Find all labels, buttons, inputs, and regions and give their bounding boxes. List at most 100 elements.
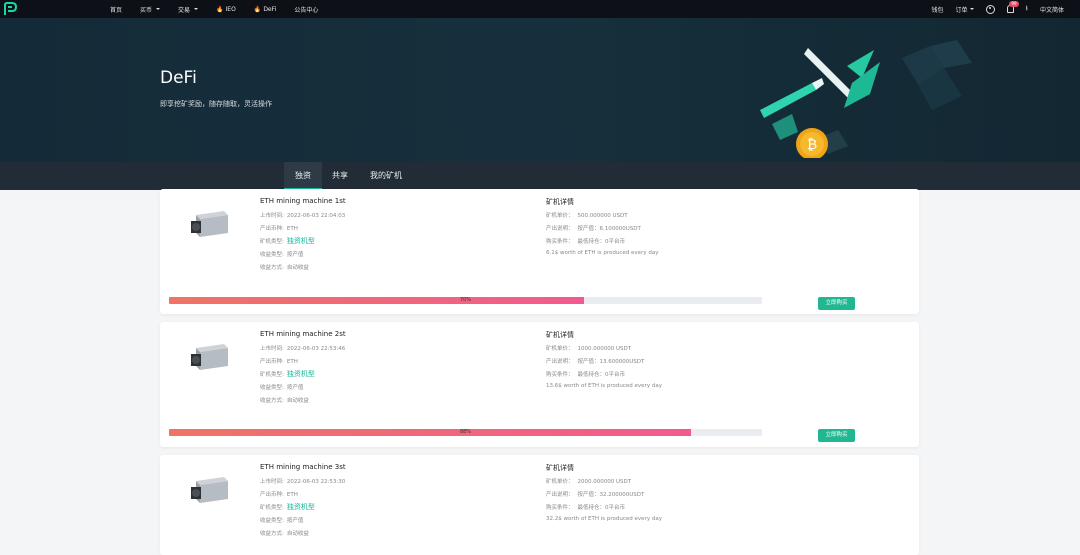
nav-ieo-label: IEO bbox=[225, 5, 236, 13]
output-desc-label: 产出说明： bbox=[546, 226, 574, 232]
machine-card: ETH mining machine 2st 上市时间: 2022-06-03 2… bbox=[160, 322, 919, 447]
detail-title: 矿机详情 bbox=[546, 464, 574, 472]
machine-type-label: 矿机类型: bbox=[260, 372, 284, 378]
output-desc-value: 按产值：6.100000USDT bbox=[577, 226, 641, 232]
machine-card: ETH mining machine 1st 上市时间: 2022-06-03 2… bbox=[160, 189, 919, 314]
listed-time-row: 上市时间: 2022-06-03 22:53:46 bbox=[260, 344, 345, 352]
unit-price-label: 矿机单价： bbox=[546, 346, 574, 352]
hero-banner: DeFi 即享挖矿奖励，随存随取，灵活操作 ₿ bbox=[0, 18, 1080, 162]
detail-title: 矿机详情 bbox=[546, 331, 574, 339]
machine-name: ETH mining machine 1st bbox=[260, 197, 346, 205]
income-method-label: 收益方式: bbox=[260, 398, 284, 404]
detail-title: 矿机详情 bbox=[546, 198, 574, 206]
machine-card: ETH mining machine 3st 上市时间: 2022-06-03 2… bbox=[160, 455, 919, 555]
download-button[interactable]: ⭳ bbox=[1026, 4, 1028, 15]
wallet-link[interactable]: 钱包 bbox=[932, 5, 944, 14]
user-menu[interactable] bbox=[985, 4, 995, 14]
purchase-cond-value: 最低持仓：0平台币 bbox=[577, 239, 626, 245]
tab-shared[interactable]: 共享 bbox=[325, 162, 355, 190]
language-selector[interactable]: 中文简体 bbox=[1040, 5, 1064, 14]
nav-buy-coin[interactable]: 买币 bbox=[140, 5, 161, 14]
nav-trade-label: 交易 bbox=[178, 6, 191, 14]
listed-time-value: 2022-06-03 22:04:03 bbox=[286, 213, 346, 219]
chevron-down-icon bbox=[156, 8, 161, 10]
progress-bar: 70% bbox=[169, 297, 762, 304]
output-note: 32.2$ worth of ETH is produced every day bbox=[546, 516, 662, 522]
mining-machine-image bbox=[191, 477, 228, 503]
income-type-row: 收益类型: 按产值 bbox=[260, 383, 303, 391]
machine-type-label: 矿机类型: bbox=[260, 239, 284, 245]
output-note: 13.6$ worth of ETH is produced every day bbox=[546, 383, 662, 389]
purchase-cond-label: 购买条件： bbox=[546, 372, 574, 378]
notifications-button[interactable]: 99 bbox=[1006, 1, 1019, 13]
machine-type-value: 独资机型 bbox=[286, 503, 315, 511]
output-desc-value: 按产值：32.200000USDT bbox=[577, 492, 645, 498]
svg-text:₿: ₿ bbox=[807, 137, 817, 153]
nav-buy-coin-label: 买币 bbox=[140, 6, 153, 14]
output-currency-label: 产出币种: bbox=[260, 492, 284, 498]
tab-my-machines[interactable]: 我的矿机 bbox=[362, 162, 410, 190]
machine-name: ETH mining machine 2st bbox=[260, 330, 346, 338]
buy-now-button[interactable]: 立即购买 bbox=[818, 297, 855, 310]
income-type-value: 按产值 bbox=[286, 518, 304, 524]
listed-time-label: 上市时间: bbox=[260, 346, 284, 352]
language-label: 中文简体 bbox=[1039, 6, 1064, 14]
download-icon: ⭳ bbox=[1025, 3, 1028, 12]
listed-time-row: 上市时间: 2022-06-03 22:53:30 bbox=[260, 477, 345, 485]
purchase-cond-value: 最低持仓：0平台币 bbox=[577, 372, 626, 378]
unit-price-value: 1000.000000 USDT bbox=[577, 346, 632, 352]
progress-text: 88% bbox=[459, 429, 472, 435]
purchase-cond-label: 购买条件： bbox=[546, 505, 574, 511]
output-currency-row: 产出币种: ETH bbox=[260, 224, 298, 232]
output-currency-value: ETH bbox=[286, 492, 298, 498]
output-desc-label: 产出说明： bbox=[546, 359, 574, 365]
purchase-cond-row: 购买条件： 最低持仓：0平台币 bbox=[546, 370, 625, 378]
machine-type-value: 独资机型 bbox=[286, 237, 315, 245]
unit-price-value: 500.000000 USDT bbox=[577, 213, 628, 219]
mining-illustration: ₿ bbox=[760, 40, 972, 158]
purchase-cond-row: 购买条件： 最低持仓：0平台币 bbox=[546, 237, 625, 245]
income-type-value: 按产值 bbox=[286, 385, 304, 391]
fire-icon: 🔥 bbox=[253, 5, 262, 13]
unit-price-row: 矿机单价： 1000.000000 USDT bbox=[546, 344, 631, 352]
nav-trade[interactable]: 交易 bbox=[178, 5, 199, 14]
nav-ieo[interactable]: 🔥 IEO bbox=[216, 6, 236, 13]
output-currency-row: 产出币种: ETH bbox=[260, 357, 298, 365]
orders-menu[interactable]: 订单 bbox=[956, 5, 974, 14]
machine-type-row: 矿机类型: 独资机型 bbox=[260, 502, 315, 512]
machine-type-row: 矿机类型: 独资机型 bbox=[260, 236, 315, 246]
machine-type-row: 矿机类型: 独资机型 bbox=[260, 369, 315, 379]
purchase-cond-value: 最低持仓：0平台币 bbox=[577, 505, 626, 511]
output-note: 6.1$ worth of ETH is produced every day bbox=[546, 250, 659, 256]
orders-label: 订单 bbox=[955, 6, 968, 14]
income-method-row: 收益方式: 自动收益 bbox=[260, 263, 309, 271]
income-type-label: 收益类型: bbox=[260, 385, 284, 391]
listed-time-value: 2022-06-03 22:53:46 bbox=[286, 346, 346, 352]
nav-defi[interactable]: 🔥 DeFi bbox=[254, 6, 276, 13]
income-method-label: 收益方式: bbox=[260, 531, 284, 537]
output-currency-label: 产出币种: bbox=[260, 226, 284, 232]
logo-icon[interactable] bbox=[3, 2, 17, 16]
output-desc-value: 按产值：13.600000USDT bbox=[577, 359, 645, 365]
income-type-label: 收益类型: bbox=[260, 518, 284, 524]
nav-home-label: 首页 bbox=[110, 6, 123, 14]
machine-name: ETH mining machine 3st bbox=[260, 463, 346, 471]
nav-announcements[interactable]: 公告中心 bbox=[294, 5, 318, 14]
tab-solo[interactable]: 独资 bbox=[284, 162, 322, 190]
nav-home[interactable]: 首页 bbox=[110, 5, 122, 14]
mining-machine-image bbox=[191, 344, 228, 370]
output-currency-label: 产出币种: bbox=[260, 359, 284, 365]
listed-time-label: 上市时间: bbox=[260, 479, 284, 485]
chevron-down-icon bbox=[194, 8, 199, 10]
buy-now-button[interactable]: 立即购买 bbox=[818, 429, 855, 442]
output-desc-row: 产出说明： 按产值：6.100000USDT bbox=[546, 224, 641, 232]
income-method-row: 收益方式: 自动收益 bbox=[260, 396, 309, 404]
user-icon bbox=[985, 4, 995, 14]
unit-price-row: 矿机单价： 2000.000000 USDT bbox=[546, 477, 631, 485]
output-currency-row: 产出币种: ETH bbox=[260, 490, 298, 498]
chevron-down-icon bbox=[969, 8, 974, 10]
income-method-value: 自动收益 bbox=[286, 265, 309, 271]
mining-machine-image bbox=[191, 211, 228, 237]
top-nav: 首页 买币 交易 🔥 IEO 🔥 DeFi 公告中心 钱包 订单 99 ⭳ 中文简体 bbox=[0, 0, 1080, 18]
page-subtitle: 即享挖矿奖励，随存随取，灵活操作 bbox=[160, 100, 272, 108]
